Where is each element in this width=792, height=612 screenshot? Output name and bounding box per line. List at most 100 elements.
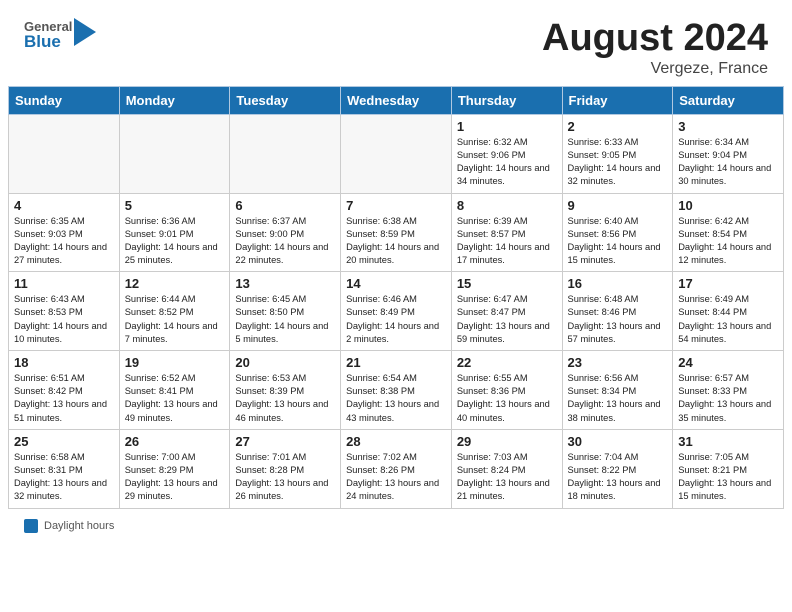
table-row: 23 Sunrise: 6:56 AMSunset: 8:34 PMDayligh… bbox=[562, 351, 673, 430]
logo: General Blue bbox=[24, 18, 96, 51]
table-row: 25 Sunrise: 6:58 AMSunset: 8:31 PMDayligh… bbox=[9, 429, 120, 508]
day-info: Sunrise: 6:54 AMSunset: 8:38 PMDaylight:… bbox=[346, 372, 446, 425]
logo-general-text: General bbox=[24, 20, 72, 33]
day-info: Sunrise: 7:02 AMSunset: 8:26 PMDaylight:… bbox=[346, 451, 446, 504]
table-row: 19Sunrise: 6:52 AMSunset: 8:41 PMDayligh… bbox=[119, 351, 230, 430]
day-number: 13 bbox=[235, 276, 335, 291]
logo-blue-text: Blue bbox=[24, 33, 72, 50]
table-row: 9Sunrise: 6:40 AMSunset: 8:56 PMDaylight… bbox=[562, 193, 673, 272]
table-row: 28 Sunrise: 7:02 AMSunset: 8:26 PMDayligh… bbox=[341, 429, 452, 508]
calendar-table: Sunday Monday Tuesday Wednesday Thursday… bbox=[8, 86, 784, 509]
day-number: 1 bbox=[457, 119, 557, 134]
table-row bbox=[230, 114, 341, 193]
table-row: 15 Sunrise: 6:47 AMSunset: 8:47 PMDayligh… bbox=[451, 272, 562, 351]
table-row bbox=[119, 114, 230, 193]
day-info: Sunrise: 7:05 AMSunset: 8:21 PMDaylight:… bbox=[678, 451, 778, 504]
day-info: Sunrise: 6:36 AMSunset: 9:01 PMDaylight:… bbox=[125, 215, 225, 268]
day-info: Sunrise: 7:03 AMSunset: 8:24 PMDaylight:… bbox=[457, 451, 557, 504]
col-tuesday: Tuesday bbox=[230, 86, 341, 114]
table-row: 5 Sunrise: 6:36 AMSunset: 9:01 PMDaylight… bbox=[119, 193, 230, 272]
calendar-body: 1Sunrise: 6:32 AMSunset: 9:06 PMDaylight… bbox=[9, 114, 784, 508]
day-info: Sunrise: 6:33 AMSunset: 9:05 PMDaylight:… bbox=[568, 136, 668, 189]
table-row: 14Sunrise: 6:46 AMSunset: 8:49 PMDayligh… bbox=[341, 272, 452, 351]
day-info: Sunrise: 6:57 AMSunset: 8:33 PMDaylight:… bbox=[678, 372, 778, 425]
header: General Blue August 2024 Vergeze, France bbox=[0, 0, 792, 86]
day-number: 9 bbox=[568, 198, 668, 213]
day-number: 24 bbox=[678, 355, 778, 370]
day-info: Sunrise: 6:35 AMSunset: 9:03 PMDaylight:… bbox=[14, 215, 114, 268]
table-row: 11 Sunrise: 6:43 AMSunset: 8:53 PMDayligh… bbox=[9, 272, 120, 351]
table-row: 22Sunrise: 6:55 AMSunset: 8:36 PMDayligh… bbox=[451, 351, 562, 430]
day-number: 20 bbox=[235, 355, 335, 370]
calendar-header: Sunday Monday Tuesday Wednesday Thursday… bbox=[9, 86, 784, 114]
day-number: 23 bbox=[568, 355, 668, 370]
table-row: 10 Sunrise: 6:42 AMSunset: 8:54 PMDayligh… bbox=[673, 193, 784, 272]
table-row: 6Sunrise: 6:37 AMSunset: 9:00 PMDaylight… bbox=[230, 193, 341, 272]
day-number: 31 bbox=[678, 434, 778, 449]
day-number: 12 bbox=[125, 276, 225, 291]
day-number: 11 bbox=[14, 276, 114, 291]
table-row: 13 Sunrise: 6:45 AMSunset: 8:50 PMDayligh… bbox=[230, 272, 341, 351]
day-number: 26 bbox=[125, 434, 225, 449]
table-row bbox=[9, 114, 120, 193]
day-number: 10 bbox=[678, 198, 778, 213]
day-number: 4 bbox=[14, 198, 114, 213]
calendar-week-row: 25 Sunrise: 6:58 AMSunset: 8:31 PMDayligh… bbox=[9, 429, 784, 508]
footer: Daylight hours bbox=[0, 509, 792, 541]
day-number: 3 bbox=[678, 119, 778, 134]
table-row: 4 Sunrise: 6:35 AMSunset: 9:03 PMDaylight… bbox=[9, 193, 120, 272]
day-info: Sunrise: 6:39 AMSunset: 8:57 PMDaylight:… bbox=[457, 215, 557, 268]
day-number: 25 bbox=[14, 434, 114, 449]
table-row: 1Sunrise: 6:32 AMSunset: 9:06 PMDaylight… bbox=[451, 114, 562, 193]
day-info: Sunrise: 6:56 AMSunset: 8:34 PMDaylight:… bbox=[568, 372, 668, 425]
day-number: 29 bbox=[457, 434, 557, 449]
day-info: Sunrise: 6:43 AMSunset: 8:53 PMDaylight:… bbox=[14, 293, 114, 346]
day-info: Sunrise: 6:42 AMSunset: 8:54 PMDaylight:… bbox=[678, 215, 778, 268]
day-number: 8 bbox=[457, 198, 557, 213]
day-info: Sunrise: 6:51 AMSunset: 8:42 PMDaylight:… bbox=[14, 372, 114, 425]
logo-arrow-icon bbox=[74, 18, 96, 51]
table-row: 2Sunrise: 6:33 AMSunset: 9:05 PMDaylight… bbox=[562, 114, 673, 193]
col-wednesday: Wednesday bbox=[341, 86, 452, 114]
daylight-legend-icon bbox=[24, 519, 38, 533]
day-info: Sunrise: 6:34 AMSunset: 9:04 PMDaylight:… bbox=[678, 136, 778, 189]
day-number: 6 bbox=[235, 198, 335, 213]
day-info: Sunrise: 6:45 AMSunset: 8:50 PMDaylight:… bbox=[235, 293, 335, 346]
calendar-week-row: 4 Sunrise: 6:35 AMSunset: 9:03 PMDaylight… bbox=[9, 193, 784, 272]
day-info: Sunrise: 6:52 AMSunset: 8:41 PMDaylight:… bbox=[125, 372, 225, 425]
day-info: Sunrise: 6:58 AMSunset: 8:31 PMDaylight:… bbox=[14, 451, 114, 504]
col-thursday: Thursday bbox=[451, 86, 562, 114]
table-row: 24 Sunrise: 6:57 AMSunset: 8:33 PMDayligh… bbox=[673, 351, 784, 430]
table-row: 3 Sunrise: 6:34 AMSunset: 9:04 PMDaylight… bbox=[673, 114, 784, 193]
table-row: 12Sunrise: 6:44 AMSunset: 8:52 PMDayligh… bbox=[119, 272, 230, 351]
days-header-row: Sunday Monday Tuesday Wednesday Thursday… bbox=[9, 86, 784, 114]
table-row: 8 Sunrise: 6:39 AMSunset: 8:57 PMDaylight… bbox=[451, 193, 562, 272]
calendar-week-row: 1Sunrise: 6:32 AMSunset: 9:06 PMDaylight… bbox=[9, 114, 784, 193]
table-row: 26Sunrise: 7:00 AMSunset: 8:29 PMDayligh… bbox=[119, 429, 230, 508]
day-info: Sunrise: 6:48 AMSunset: 8:46 PMDaylight:… bbox=[568, 293, 668, 346]
calendar-week-row: 18 Sunrise: 6:51 AMSunset: 8:42 PMDayligh… bbox=[9, 351, 784, 430]
page-subtitle: Vergeze, France bbox=[542, 60, 768, 78]
col-sunday: Sunday bbox=[9, 86, 120, 114]
day-info: Sunrise: 6:46 AMSunset: 8:49 PMDaylight:… bbox=[346, 293, 446, 346]
day-number: 30 bbox=[568, 434, 668, 449]
table-row: 17 Sunrise: 6:49 AMSunset: 8:44 PMDayligh… bbox=[673, 272, 784, 351]
day-info: Sunrise: 6:49 AMSunset: 8:44 PMDaylight:… bbox=[678, 293, 778, 346]
table-row: 16Sunrise: 6:48 AMSunset: 8:46 PMDayligh… bbox=[562, 272, 673, 351]
day-info: Sunrise: 6:53 AMSunset: 8:39 PMDaylight:… bbox=[235, 372, 335, 425]
day-number: 5 bbox=[125, 198, 225, 213]
day-info: Sunrise: 6:47 AMSunset: 8:47 PMDaylight:… bbox=[457, 293, 557, 346]
table-row: 31 Sunrise: 7:05 AMSunset: 8:21 PMDayligh… bbox=[673, 429, 784, 508]
page-container: General Blue August 2024 Vergeze, France… bbox=[0, 0, 792, 541]
table-row: 29 Sunrise: 7:03 AMSunset: 8:24 PMDayligh… bbox=[451, 429, 562, 508]
day-number: 15 bbox=[457, 276, 557, 291]
day-number: 28 bbox=[346, 434, 446, 449]
table-row: 21Sunrise: 6:54 AMSunset: 8:38 PMDayligh… bbox=[341, 351, 452, 430]
calendar-week-row: 11 Sunrise: 6:43 AMSunset: 8:53 PMDayligh… bbox=[9, 272, 784, 351]
table-row: 20 Sunrise: 6:53 AMSunset: 8:39 PMDayligh… bbox=[230, 351, 341, 430]
day-info: Sunrise: 6:38 AMSunset: 8:59 PMDaylight:… bbox=[346, 215, 446, 268]
day-number: 17 bbox=[678, 276, 778, 291]
day-number: 18 bbox=[14, 355, 114, 370]
day-number: 27 bbox=[235, 434, 335, 449]
daylight-label: Daylight hours bbox=[44, 520, 114, 532]
